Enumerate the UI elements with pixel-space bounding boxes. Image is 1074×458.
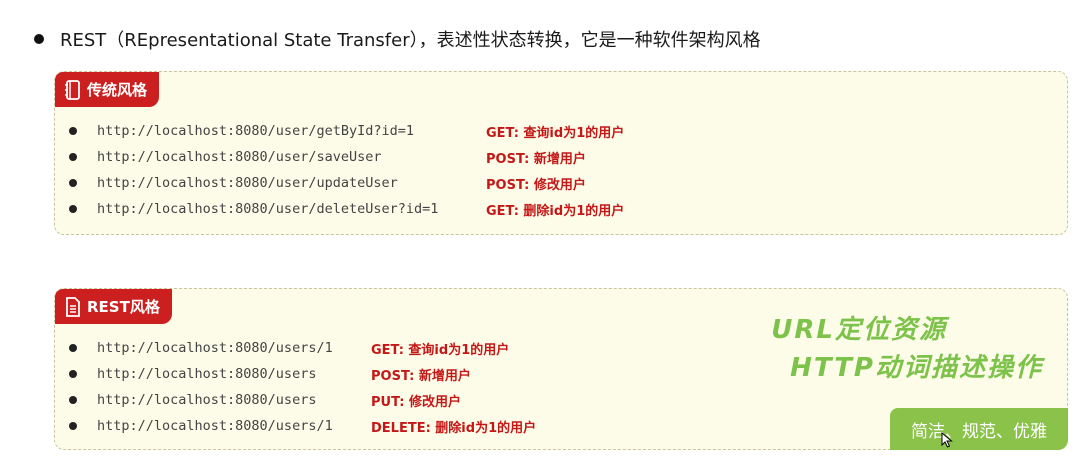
url-text: http://localhost:8080/user/updateUser <box>97 175 398 191</box>
bullet-dot <box>69 205 77 213</box>
operation-desc: GET: 查询id为1的用户 <box>486 125 625 141</box>
list-item: http://localhost:8080/users/1 DELETE: 删除… <box>69 413 536 439</box>
traditional-rows: http://localhost:8080/user/getById?id=1 … <box>69 118 624 222</box>
bullet-dot <box>69 344 77 352</box>
url-text: http://localhost:8080/user/deleteUser?id… <box>97 201 439 217</box>
bullet-dot <box>69 422 77 430</box>
rest-style-panel: REST风格 http://localhost:8080/users/1 GET… <box>54 288 1068 450</box>
mouse-cursor-icon <box>941 431 953 452</box>
list-item: http://localhost:8080/user/saveUser POST… <box>69 144 624 170</box>
rest-rows: http://localhost:8080/users/1 GET: 查询id为… <box>69 335 536 439</box>
rest-style-title: REST风格 <box>87 298 160 316</box>
rest-style-tag: REST风格 <box>55 289 172 324</box>
url-text: http://localhost:8080/user/getById?id=1 <box>97 123 414 139</box>
url-text: http://localhost:8080/users/1 <box>97 418 333 434</box>
bullet-dot <box>69 396 77 404</box>
bullet-dot <box>69 370 77 378</box>
list-item: http://localhost:8080/user/updateUser PO… <box>69 170 624 196</box>
bullet-dot <box>69 179 77 187</box>
annotation-url-locates-resource: URL定位资源 <box>771 315 947 345</box>
headline: REST（REpresentational State Transfer），表述… <box>34 26 761 52</box>
traditional-style-tag: 传统风格 <box>55 72 160 107</box>
annotation-http-verbs-describe-operations: HTTP动词描述操作 <box>790 353 1043 383</box>
operation-desc: DELETE: 删除id为1的用户 <box>371 420 537 436</box>
operation-desc: POST: 新增用户 <box>371 368 471 384</box>
list-item: http://localhost:8080/users/1 GET: 查询id为… <box>69 335 536 361</box>
url-text: http://localhost:8080/users/1 <box>97 340 333 356</box>
operation-desc: POST: 新增用户 <box>486 151 586 167</box>
operation-desc: GET: 删除id为1的用户 <box>486 203 625 219</box>
notebook-icon <box>65 79 81 100</box>
bullet-dot <box>69 153 77 161</box>
bullet-dot <box>34 34 44 44</box>
summary-badge: 简洁、规范、优雅 <box>890 408 1068 450</box>
url-text: http://localhost:8080/users <box>97 366 317 382</box>
bullet-dot <box>69 127 77 135</box>
traditional-style-panel: 传统风格 http://localhost:8080/user/getById?… <box>54 71 1068 235</box>
headline-text: REST（REpresentational State Transfer），表述… <box>60 30 761 51</box>
traditional-style-title: 传统风格 <box>87 81 148 99</box>
document-icon <box>65 296 81 317</box>
url-text: http://localhost:8080/users <box>97 392 317 408</box>
operation-desc: PUT: 修改用户 <box>371 394 461 410</box>
list-item: http://localhost:8080/user/getById?id=1 … <box>69 118 624 144</box>
list-item: http://localhost:8080/users POST: 新增用户 <box>69 361 536 387</box>
list-item: http://localhost:8080/user/deleteUser?id… <box>69 196 624 222</box>
operation-desc: GET: 查询id为1的用户 <box>371 342 510 358</box>
operation-desc: POST: 修改用户 <box>486 177 586 193</box>
list-item: http://localhost:8080/users PUT: 修改用户 <box>69 387 536 413</box>
url-text: http://localhost:8080/user/saveUser <box>97 149 382 165</box>
